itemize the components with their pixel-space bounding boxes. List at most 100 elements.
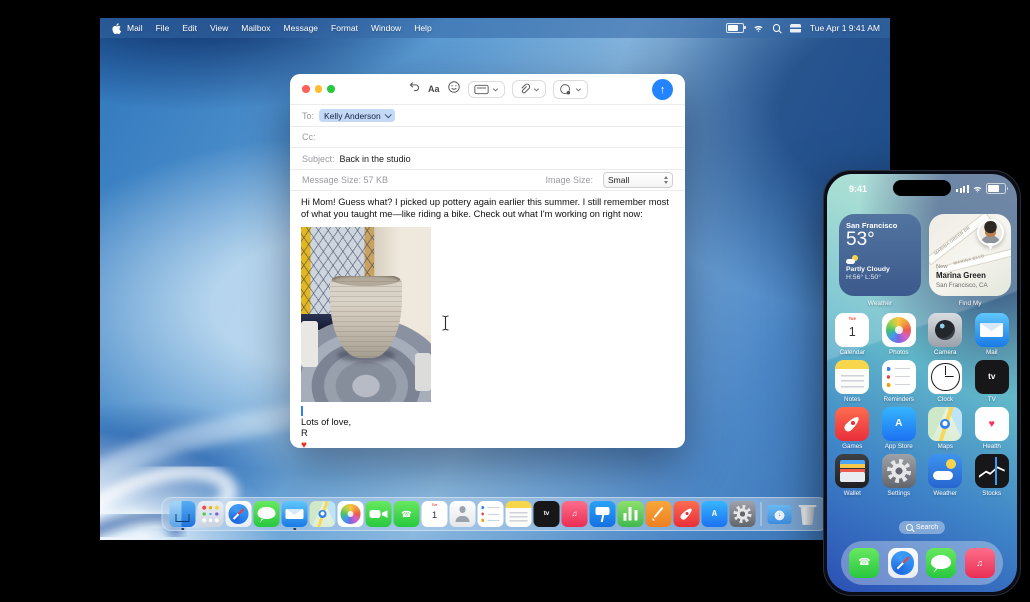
app-icon — [974, 313, 1009, 347]
menu-item[interactable]: Message — [284, 23, 319, 33]
app-icon — [449, 501, 476, 527]
app-icon: A — [881, 407, 916, 441]
findmy-widget[interactable]: MARINA GREEN DR MARINA BLVD Now Marina G… — [929, 214, 1011, 296]
phdock-safari[interactable] — [887, 548, 918, 578]
cc-field[interactable]: Cc: — [290, 126, 685, 148]
window-controls — [302, 85, 335, 93]
apple-menu-icon[interactable] — [112, 22, 121, 34]
undo-icon[interactable] — [408, 80, 421, 98]
phdock-music[interactable]: ♫ — [964, 548, 995, 578]
app-wallet[interactable]: Wallet — [830, 454, 874, 497]
to-field[interactable]: To: Kelly Anderson — [290, 104, 685, 127]
menu-bar-clock[interactable]: Tue Apr 1 9:41 AM — [810, 23, 880, 33]
close-button[interactable] — [302, 85, 310, 93]
app-stocks[interactable]: Stocks — [970, 454, 1014, 497]
send-button[interactable]: ↑ — [652, 79, 673, 100]
menu-item[interactable]: Format — [331, 23, 358, 33]
app-weather[interactable]: Weather — [923, 454, 967, 497]
dock-safari[interactable] — [225, 501, 252, 527]
menu-item[interactable]: File — [156, 23, 170, 33]
phdock-messages[interactable] — [926, 548, 957, 578]
dock-settings[interactable] — [729, 501, 756, 527]
phdock-phone[interactable]: ☎ — [849, 548, 880, 578]
app-notes[interactable]: Notes — [830, 360, 874, 403]
dock-divider — [760, 502, 762, 526]
image-size-label: Image Size: — [545, 175, 593, 185]
dock-calendar[interactable]: Tue 1 — [421, 501, 448, 527]
dock-maps[interactable] — [309, 501, 336, 527]
dock-finder[interactable] — [169, 501, 196, 527]
emoji-icon[interactable] — [447, 80, 461, 99]
control-center-icon[interactable] — [789, 23, 801, 33]
attach-file-button[interactable] — [511, 80, 546, 98]
partly-cloudy-icon — [846, 254, 858, 264]
dock-photos[interactable] — [337, 501, 364, 527]
dock-numbers[interactable] — [617, 501, 644, 527]
menu-item[interactable]: Help — [414, 23, 431, 33]
dock-music[interactable]: ♫ — [561, 501, 588, 527]
app-icon — [974, 454, 1009, 488]
dock-reminders[interactable] — [477, 501, 504, 527]
app-health[interactable]: ♥ Health — [970, 407, 1014, 450]
text-caret — [301, 405, 303, 416]
signature-line: R ♥ — [301, 428, 314, 448]
app-tv[interactable]: tv TV — [970, 360, 1014, 403]
iphone-clock: 9:41 — [849, 184, 868, 194]
dock-contacts[interactable] — [449, 501, 476, 527]
app-appstore[interactable]: A App Store — [877, 407, 921, 450]
menu-item[interactable]: Edit — [182, 23, 197, 33]
dock-keynote[interactable] — [589, 501, 616, 527]
wifi-icon[interactable] — [752, 25, 764, 32]
app-icon — [881, 313, 916, 347]
app-icon — [795, 501, 821, 527]
recipient-token[interactable]: Kelly Anderson — [319, 109, 395, 122]
heart-emoji: ♥ — [301, 440, 307, 448]
weather-widget[interactable]: San Francisco 53° Partly Cloudy H:56° L:… — [839, 214, 921, 296]
app-icon — [617, 501, 644, 527]
iphone-status-icons — [956, 183, 1008, 194]
app-reminders[interactable]: Reminders — [877, 360, 921, 403]
dock-games[interactable] — [673, 501, 700, 527]
app-calendar[interactable]: Tue 1 Calendar — [830, 313, 874, 356]
app-icon — [928, 313, 963, 347]
dock-trash[interactable] — [795, 501, 821, 527]
spotlight-search-icon[interactable] — [772, 24, 781, 32]
dock-downloads[interactable]: ↓ — [767, 501, 793, 527]
menu-item[interactable]: View — [210, 23, 228, 33]
dock-appstore[interactable]: A — [701, 501, 728, 527]
dock-facetime[interactable] — [365, 501, 392, 527]
dock-messages[interactable] — [253, 501, 280, 527]
message-body[interactable]: Hi Mom! Guess what? I picked up pottery … — [290, 191, 685, 448]
app-photos[interactable]: Photos — [877, 313, 921, 356]
pottery-photo[interactable] — [301, 226, 431, 402]
menu-item[interactable]: Window — [371, 23, 401, 33]
findmy-city: San Francisco, CA — [936, 282, 988, 289]
menu-item[interactable]: Mail — [127, 23, 143, 33]
zoom-button[interactable] — [327, 85, 335, 93]
format-icon[interactable]: Aa — [428, 84, 440, 94]
dock-phone[interactable]: ☎ — [393, 501, 420, 527]
insert-photo-button[interactable] — [552, 79, 588, 99]
app-label: Wallet — [843, 490, 861, 497]
spotlight-search-pill[interactable]: Search — [898, 521, 946, 534]
app-icon — [887, 548, 918, 578]
dock-pages[interactable] — [645, 501, 672, 527]
app-camera[interactable]: Camera — [923, 313, 967, 356]
dock-launchpad[interactable] — [197, 501, 224, 527]
dock-notes[interactable] — [505, 501, 532, 527]
app-games[interactable]: Games — [830, 407, 874, 450]
app-clock[interactable]: Clock — [923, 360, 967, 403]
image-size-select[interactable]: Small — [603, 172, 673, 188]
app-maps[interactable]: Maps — [923, 407, 967, 450]
app-mail[interactable]: Mail — [970, 313, 1014, 356]
menu-item[interactable]: Mailbox — [241, 23, 270, 33]
minimize-button[interactable] — [314, 85, 322, 93]
dock-mail[interactable] — [281, 501, 308, 527]
battery-icon[interactable] — [725, 23, 746, 33]
app-settings[interactable]: Settings — [877, 454, 921, 497]
subject-field[interactable]: Subject: Back in the studio — [290, 148, 685, 170]
dock-tv[interactable]: tv — [533, 501, 560, 527]
header-fields-button[interactable] — [467, 80, 505, 98]
photo-clay-pot — [329, 275, 403, 359]
dynamic-island[interactable] — [893, 180, 951, 196]
